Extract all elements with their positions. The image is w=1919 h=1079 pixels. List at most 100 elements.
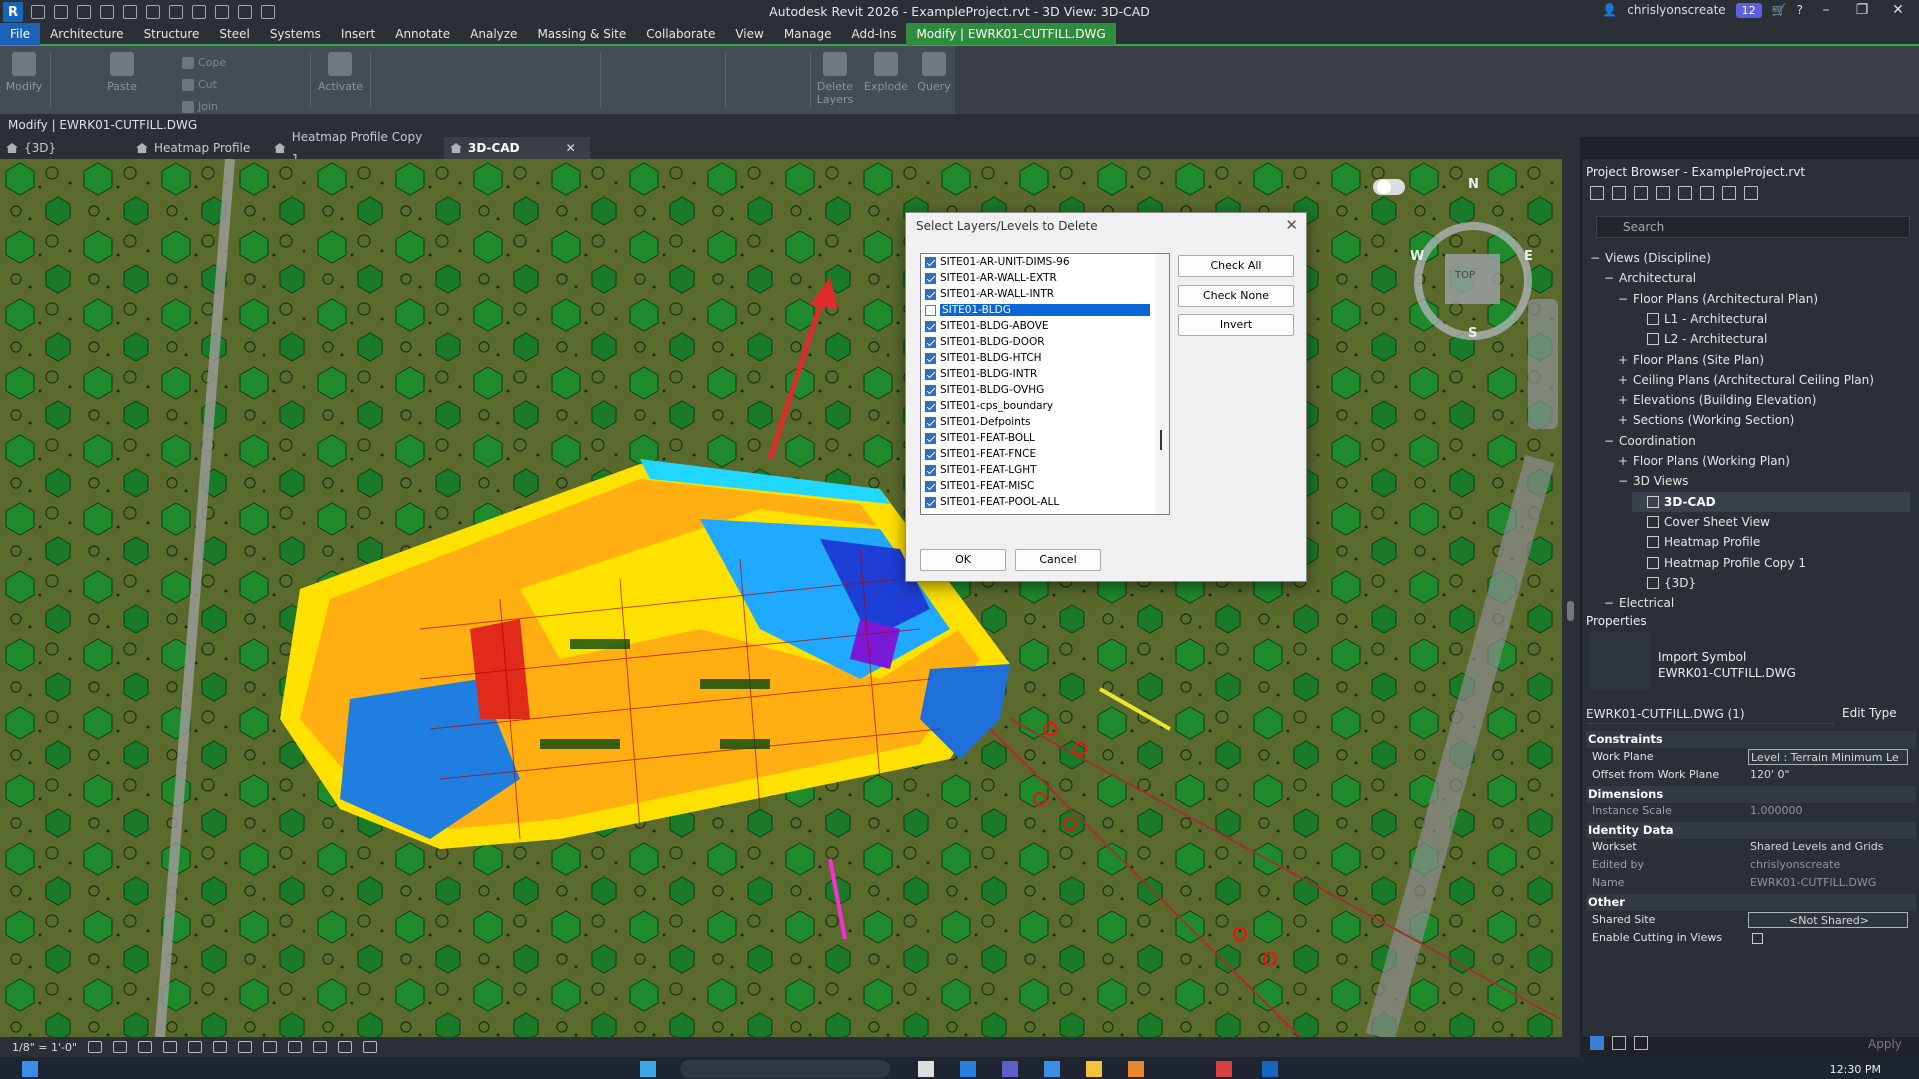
sort-icon[interactable] <box>1612 1036 1626 1050</box>
apply-button[interactable]: Apply <box>1868 1037 1902 1051</box>
layer-checkbox[interactable] <box>925 304 936 316</box>
tree-toggle-icon[interactable]: + <box>1618 350 1628 370</box>
tab-architecture[interactable]: Architecture <box>40 23 133 45</box>
section-dimensions[interactable]: Dimensions <box>1586 786 1916 803</box>
tab-annotate[interactable]: Annotate <box>385 23 460 45</box>
layer-checkbox[interactable] <box>925 336 936 348</box>
tree-item[interactable]: − Coordination <box>1604 431 1910 451</box>
text-icon[interactable] <box>215 5 229 19</box>
prop-offset-value[interactable]: 120' 0" <box>1748 767 1908 783</box>
query-button[interactable]: Query <box>914 52 954 93</box>
layer-row[interactable]: SITE01-Defpoints <box>921 414 1169 430</box>
edit-type-button[interactable]: Edit Type <box>1842 706 1897 720</box>
tree-toggle-icon[interactable]: + <box>1618 390 1628 410</box>
layer-row[interactable]: SITE01-BLDG-DOOR <box>921 334 1169 350</box>
tree-item[interactable]: + Sections (Working Section) <box>1618 410 1910 430</box>
sun-path-icon[interactable] <box>138 1041 153 1053</box>
view-tab-heatmap-profile-copy[interactable]: Heatmap Profile Copy 1 <box>268 130 444 166</box>
store-icon[interactable] <box>1044 1061 1060 1077</box>
shadows-icon[interactable] <box>163 1041 178 1053</box>
tree-item[interactable]: − Architectural <box>1604 268 1910 288</box>
user-name[interactable]: chrislyonscreate <box>1627 3 1725 17</box>
tree-toggle-icon[interactable]: − <box>1604 431 1614 451</box>
close-tab-icon[interactable]: ✕ <box>566 137 576 159</box>
tab-structure[interactable]: Structure <box>134 23 210 45</box>
tree-toggle-icon[interactable]: − <box>1618 471 1628 491</box>
tree-item[interactable]: L1 - Architectural <box>1632 309 1910 329</box>
sheet-icon[interactable] <box>1634 186 1648 200</box>
layer-checkbox[interactable] <box>925 256 936 268</box>
analytical-model-icon[interactable] <box>338 1041 353 1053</box>
tree-toggle-icon[interactable]: − <box>1604 268 1614 288</box>
layer-row[interactable]: SITE01-FEAT-MISC <box>921 478 1169 494</box>
explorer-icon[interactable] <box>1086 1061 1102 1077</box>
tab-systems[interactable]: Systems <box>260 23 331 45</box>
section-identity[interactable]: Identity Data <box>1586 822 1916 839</box>
visual-style-icon[interactable] <box>113 1041 128 1053</box>
ok-button[interactable]: OK <box>920 549 1006 571</box>
layer-list[interactable]: SITE01-AR-UNIT-DIMS-96 SITE01-AR-WALL-EXT… <box>920 253 1170 515</box>
tree-item[interactable]: − Floor Plans (Architectural Plan) <box>1618 289 1910 309</box>
invert-button[interactable]: Invert <box>1178 314 1294 336</box>
detail-level-icon[interactable] <box>88 1041 103 1053</box>
show-crop-icon[interactable] <box>213 1041 228 1053</box>
prop-workset-value[interactable]: Shared Levels and Grids <box>1748 839 1908 855</box>
redo-icon[interactable] <box>146 5 160 19</box>
recorder-icon[interactable] <box>1216 1061 1232 1077</box>
layer-checkbox[interactable] <box>925 352 936 364</box>
view-tab-3d[interactable]: {3D} <box>0 137 130 159</box>
close-window-button[interactable]: ✕ <box>1885 2 1911 18</box>
layer-row[interactable]: SITE01-FEAT-LGHT <box>921 462 1169 478</box>
tree-item[interactable]: + Elevations (Building Elevation) <box>1618 390 1910 410</box>
layer-row[interactable]: SITE01-BLDG-OVHG <box>921 382 1169 398</box>
prop-cutting-checkbox[interactable] <box>1752 933 1763 944</box>
layer-row[interactable]: SITE01-AR-WALL-INTR <box>921 286 1169 302</box>
layer-checkbox[interactable] <box>925 288 936 300</box>
section-constraints[interactable]: Constraints <box>1586 731 1916 748</box>
viewcube-top[interactable]: TOP <box>1455 270 1475 281</box>
dialog-close-icon[interactable]: ✕ <box>1285 216 1298 234</box>
tree-item[interactable]: + Ceiling Plans (Architectural Ceiling Pl… <box>1618 370 1910 390</box>
sync-icon[interactable] <box>100 5 114 19</box>
prop-work-plane-value[interactable]: Level : Terrain Minimum Le <box>1748 749 1908 765</box>
sort-desc-icon[interactable] <box>1634 1036 1648 1050</box>
hide-isolate-icon[interactable] <box>263 1041 278 1053</box>
check-none-button[interactable]: Check None <box>1178 285 1294 307</box>
drawing-viewport[interactable]: N S E W TOP <box>0 159 1562 1037</box>
cart-icon[interactable]: 🛒 <box>1772 3 1787 17</box>
widgets-icon[interactable] <box>640 1061 656 1077</box>
undo-icon[interactable] <box>123 5 137 19</box>
view-icon[interactable] <box>1612 186 1626 200</box>
tree-item[interactable]: Heatmap Profile Copy 1 <box>1632 553 1910 573</box>
tree-item[interactable]: Heatmap Profile <box>1632 532 1910 552</box>
instance-selector[interactable]: EWRK01-CUTFILL.DWG (1) <box>1586 704 1834 724</box>
layer-checkbox[interactable] <box>925 416 936 428</box>
layer-row[interactable]: SITE01-cps_boundary <box>921 398 1169 414</box>
viewcube-north[interactable]: N <box>1468 177 1479 192</box>
tree-toggle-icon[interactable]: − <box>1618 289 1628 309</box>
layer-checkbox[interactable] <box>925 496 936 508</box>
layer-checkbox[interactable] <box>925 272 936 284</box>
tree-toggle-icon[interactable]: + <box>1618 370 1628 390</box>
layer-row[interactable]: SITE01-FEAT-FNCE <box>921 446 1169 462</box>
windows-icon[interactable] <box>261 5 275 19</box>
properties-filter-icon[interactable] <box>1590 1036 1604 1050</box>
view-scale[interactable]: 1/8" = 1'-0" <box>12 1041 77 1054</box>
worksharing-icon[interactable] <box>313 1041 328 1053</box>
tab-steel[interactable]: Steel <box>209 23 259 45</box>
updates-badge[interactable]: 12 <box>1735 2 1762 18</box>
view-tab-3d-cad[interactable]: 3D-CAD ✕ <box>444 137 590 159</box>
viewcube-east[interactable]: E <box>1524 249 1533 264</box>
modify-button[interactable]: Modify <box>4 52 44 93</box>
measure-icon[interactable] <box>192 5 206 19</box>
viewport-scrollbar[interactable] <box>1562 159 1580 1037</box>
layer-row[interactable]: SITE01-BLDG <box>921 302 1169 318</box>
activate-button[interactable]: Activate <box>318 52 363 93</box>
layer-checkbox[interactable] <box>925 320 936 332</box>
highlight-displacement-icon[interactable] <box>363 1041 378 1053</box>
revit-taskbar-icon[interactable] <box>1262 1061 1278 1077</box>
tree-toggle-icon[interactable]: + <box>1618 451 1628 471</box>
cut-button[interactable]: Cut <box>182 78 217 91</box>
taskbar-search[interactable] <box>680 1060 890 1078</box>
restore-button[interactable]: ❐ <box>1849 2 1875 18</box>
